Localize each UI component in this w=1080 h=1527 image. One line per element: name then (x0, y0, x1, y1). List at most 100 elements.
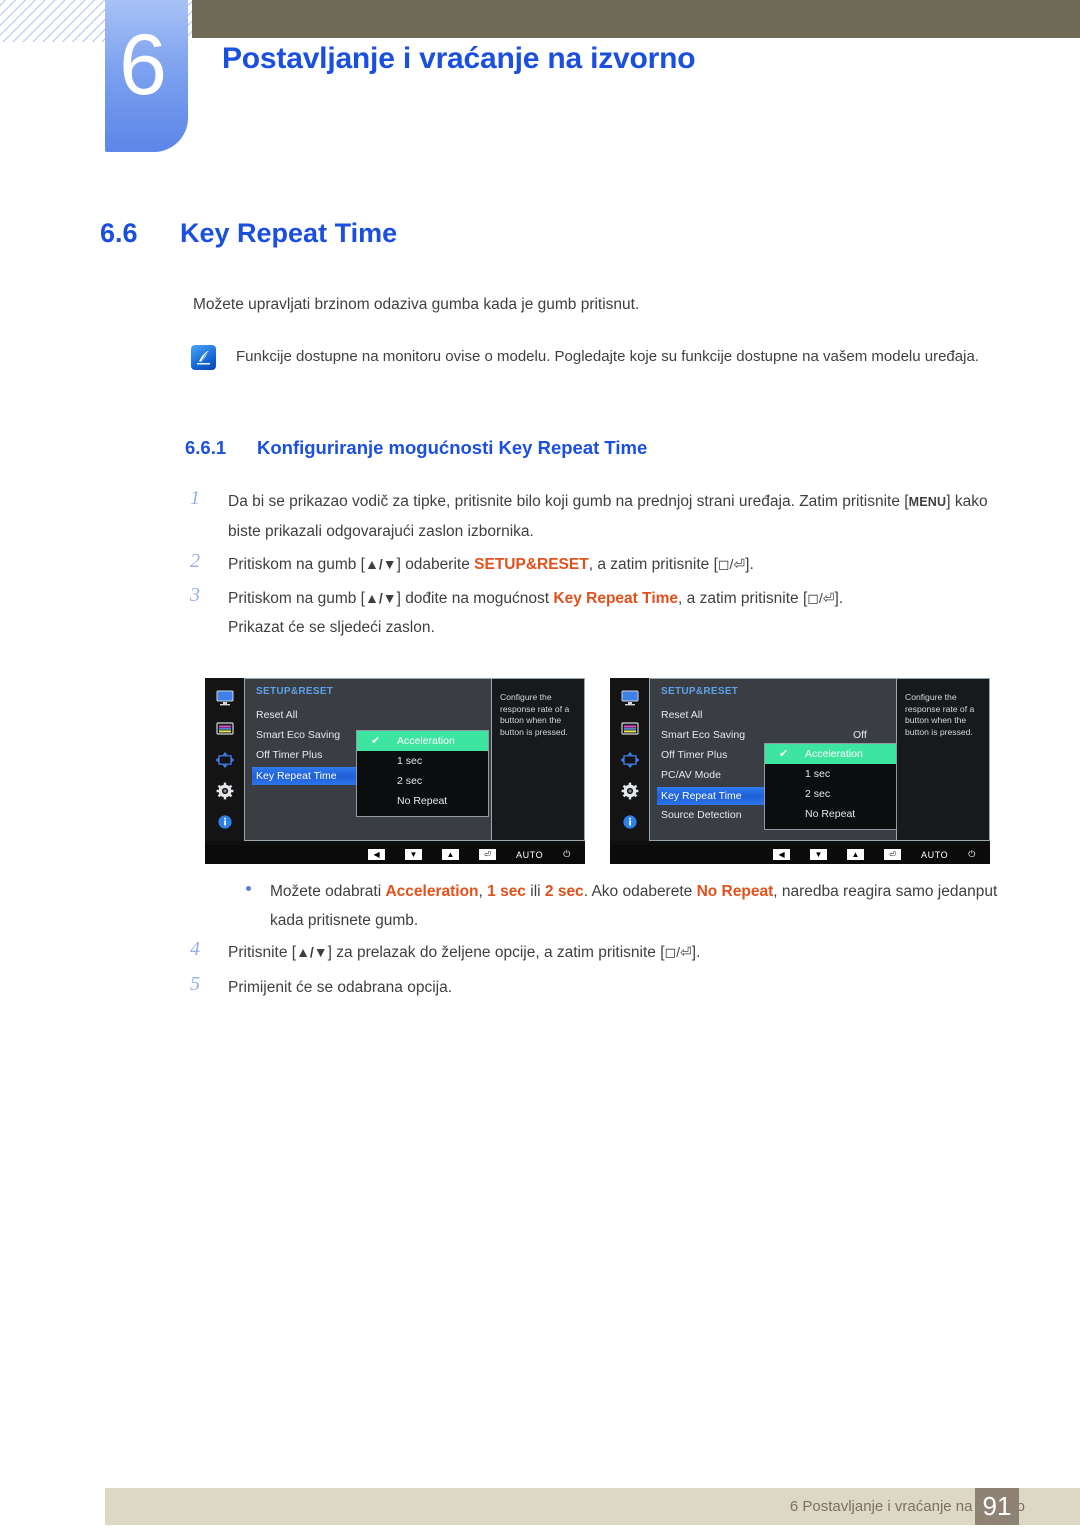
note-pen-icon (191, 345, 216, 370)
osd-item-smart-eco-saving[interactable]: Smart Eco Saving (256, 729, 340, 741)
step-2-part-b: ] odaberite (396, 556, 475, 573)
step-3-part-b: ] dođite na mogućnost (396, 590, 554, 607)
osd-item-source-detection[interactable]: Source Detection (661, 809, 742, 821)
step-4-text: Pritisnite [▲/▼] za prelazak do željene … (228, 938, 1020, 967)
down-arrow-key-icon[interactable]: ▼ (810, 849, 828, 860)
osd-item-smart-eco-saving[interactable]: Smart Eco Saving (661, 729, 745, 741)
section-intro-text: Možete upravljati brzinom odaziva gumba … (193, 296, 640, 313)
osd-key-bar: ◀ ▼ ▲ ⏎ AUTO ⏻ (610, 845, 990, 864)
step-1-part-a: Da bi se prikazao vodič za tipke, pritis… (228, 493, 909, 510)
up-arrow-key-icon[interactable]: ▲ (442, 849, 460, 860)
osd-option-no-repeat[interactable]: No Repeat (357, 791, 488, 811)
updown-arrows-icon: ▲/▼ (296, 944, 328, 960)
chapter-title: Postavljanje i vraćanje na izvorno (222, 42, 696, 75)
step-4-part-b: ] za prelazak do željene opcije, a zatim… (327, 944, 665, 961)
auto-key-label[interactable]: AUTO (516, 850, 543, 860)
enter-key-icon: ◻/⏎ (717, 556, 746, 572)
left-arrow-key-icon[interactable]: ◀ (368, 849, 386, 860)
step-3-part-e: Prikazat će se sljedeći zaslon. (228, 619, 435, 636)
check-icon: ✔ (371, 735, 381, 747)
position-arrows-icon (214, 751, 236, 769)
osd-screenshot-left: SETUP&RESET Reset All Smart Eco Saving O… (205, 678, 585, 864)
enter-key-icon: ◻/⏎ (807, 590, 835, 606)
header-olive-bar (192, 0, 1080, 38)
osd-value-smart-eco-saving: Off (853, 729, 867, 741)
step-5: 5 Primijenit će se odabrana opcija. (190, 973, 1020, 1002)
osd-option-acceleration-label: Acceleration (397, 735, 455, 747)
power-icon[interactable]: ⏻ (968, 849, 976, 860)
keyword-key-repeat-time: Key Repeat Time (553, 590, 679, 607)
keyword-acceleration: Acceleration (385, 883, 479, 900)
osd-item-pc-av-mode[interactable]: PC/AV Mode (661, 769, 721, 781)
section-title: Key Repeat Time (180, 218, 398, 248)
power-icon[interactable]: ⏻ (563, 849, 571, 860)
bullet-part-c: ili (525, 883, 545, 900)
enter-key-icon[interactable]: ⏎ (884, 849, 902, 860)
monitor-icon (214, 689, 236, 707)
osd-option-acceleration[interactable]: ✔ Acceleration (765, 744, 896, 764)
chapter-number: 6 (119, 17, 167, 113)
osd-item-off-timer-plus[interactable]: Off Timer Plus (256, 749, 322, 761)
subsection-title: Konfiguriranje mogućnosti Key Repeat Tim… (257, 437, 648, 458)
osd-option-no-repeat[interactable]: No Repeat (765, 804, 896, 824)
osd-screenshot-right: SETUP&RESET Reset All Smart Eco Saving O… (610, 678, 990, 864)
auto-key-label[interactable]: AUTO (921, 850, 948, 860)
step-3-part-d: ]. (834, 590, 844, 607)
step-2-text: Pritiskom na gumb [▲/▼] odaberite SETUP&… (228, 550, 1020, 579)
bullet-part-d: . Ako odaberete (583, 883, 697, 900)
osd-frame: SETUP&RESET Reset All Smart Eco Saving O… (205, 678, 585, 841)
osd-option-2sec[interactable]: 2 sec (765, 784, 896, 804)
osd-frame: SETUP&RESET Reset All Smart Eco Saving O… (610, 678, 990, 841)
info-icon (214, 813, 236, 831)
osd-item-off-timer-plus[interactable]: Off Timer Plus (661, 749, 727, 761)
monitor-icon (619, 689, 641, 707)
step-3-part-a: Pritiskom na gumb [ (228, 590, 365, 607)
position-arrows-icon (619, 751, 641, 769)
osd-description-text: Configure the response rate of a button … (905, 692, 975, 737)
subsection-number: 6.6.1 (185, 437, 227, 458)
osd-item-reset-all[interactable]: Reset All (256, 709, 297, 721)
osd-icon-column (610, 678, 649, 841)
osd-description-pane: Configure the response rate of a button … (492, 678, 585, 841)
bullet-dot-icon (246, 886, 251, 891)
check-icon: ✔ (779, 748, 789, 760)
osd-popup-right: ✔ Acceleration 1 sec 2 sec No Repeat (764, 743, 897, 830)
note-text: Funkcije dostupne na monitoru ovise o mo… (236, 348, 979, 365)
osd-description-text: Configure the response rate of a button … (500, 692, 570, 737)
step-5-number: 5 (190, 973, 200, 995)
step-3-part-c: , a zatim pritisnite [ (678, 590, 808, 607)
keyword-setup-reset: SETUP&RESET (474, 556, 589, 573)
step-5-text: Primijenit će se odabrana opcija. (228, 979, 453, 996)
down-arrow-key-icon[interactable]: ▼ (405, 849, 423, 860)
osd-option-acceleration[interactable]: ✔ Acceleration (357, 731, 488, 751)
step-2-number: 2 (190, 550, 200, 572)
menu-key-label: MENU (908, 495, 947, 509)
footer-page-number: 91 (975, 1488, 1019, 1525)
enter-key-icon[interactable]: ⏎ (479, 849, 497, 860)
osd-option-1sec[interactable]: 1 sec (357, 751, 488, 771)
step-4: 4 Pritisnite [▲/▼] za prelazak do željen… (190, 938, 1020, 967)
step-4-part-c: ]. (691, 944, 701, 961)
osd-option-2sec[interactable]: 2 sec (357, 771, 488, 791)
step-4-part-a: Pritisnite [ (228, 944, 297, 961)
osd-item-reset-all[interactable]: Reset All (661, 709, 702, 721)
keyword-2sec: 2 sec (544, 883, 584, 900)
up-arrow-key-icon[interactable]: ▲ (847, 849, 865, 860)
step-4-number: 4 (190, 938, 200, 960)
step-2-part-d: ]. (745, 556, 754, 573)
step-1: 1 Da bi se prikazao vodič za tipke, prit… (190, 487, 1020, 546)
section-number: 6.6 (100, 218, 138, 248)
step-3-number: 3 (190, 584, 200, 606)
step-2-part-c: , a zatim pritisnite [ (588, 556, 718, 573)
osd-option-1sec[interactable]: 1 sec (765, 764, 896, 784)
updown-arrows-icon: ▲/▼ (364, 556, 397, 572)
picture-icon (214, 720, 236, 738)
osd-menu-title: SETUP&RESET (661, 686, 739, 697)
osd-key-bar: ◀ ▼ ▲ ⏎ AUTO ⏻ (205, 845, 585, 864)
left-arrow-key-icon[interactable]: ◀ (773, 849, 791, 860)
gear-icon (214, 782, 236, 800)
step-1-text: Da bi se prikazao vodič za tipke, pritis… (228, 487, 1020, 546)
osd-icon-column (205, 678, 244, 841)
bullet-part-b: , (478, 883, 488, 900)
keyword-1sec: 1 sec (487, 883, 526, 900)
